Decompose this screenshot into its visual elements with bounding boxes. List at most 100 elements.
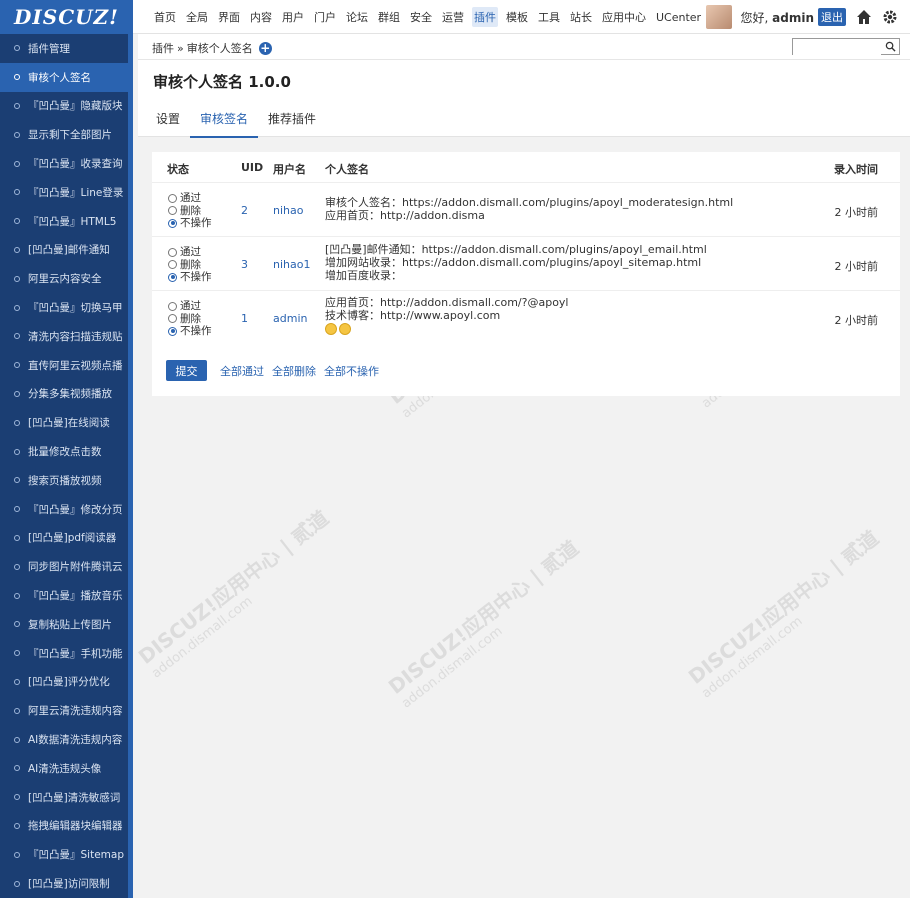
sidebar-item[interactable]: 审核个人签名: [0, 62, 128, 92]
radio-label: 通过: [180, 300, 201, 312]
status-radio[interactable]: 不操作: [168, 271, 212, 284]
nav-item[interactable]: 工具: [536, 7, 562, 27]
radio-circle[interactable]: [168, 314, 177, 324]
sidebar-item[interactable]: 『凹凸曼』收录查询: [0, 149, 128, 178]
tab[interactable]: 设置: [146, 104, 190, 138]
sidebar-item[interactable]: 『凹凸曼』播放音乐: [0, 581, 128, 610]
sidebar-item[interactable]: [凹凸曼]清洗敏感词: [0, 783, 128, 812]
sidebar-item[interactable]: 同步图片附件腾讯云: [0, 552, 128, 581]
submit-button[interactable]: 提交: [166, 360, 207, 381]
search-icon[interactable]: [885, 41, 896, 52]
home-icon[interactable]: [856, 9, 872, 25]
radio-label: 通过: [180, 192, 201, 204]
nav-item[interactable]: 应用中心: [600, 7, 648, 27]
sidebar-item[interactable]: [凹凸曼]pdf阅读器: [0, 524, 128, 553]
logout-button[interactable]: 退出: [818, 8, 846, 26]
sidebar-item[interactable]: 阿里云清洗违规内容: [0, 696, 128, 725]
sidebar-item[interactable]: 『凹凸曼』修改分页: [0, 495, 128, 524]
status-radio[interactable]: 通过: [168, 192, 212, 205]
uid-link[interactable]: 1: [241, 312, 248, 325]
sidebar-item[interactable]: [凹凸曼]在线阅读: [0, 408, 128, 437]
sidebar-item-label: 显示剩下全部图片: [28, 129, 112, 142]
sidebar-item[interactable]: 『凹凸曼』隐藏版块: [0, 92, 128, 121]
nav-item[interactable]: 界面: [216, 7, 242, 27]
nav-item[interactable]: 论坛: [344, 7, 370, 27]
all-delete-link[interactable]: 全部删除: [272, 363, 316, 379]
tab[interactable]: 审核签名: [190, 104, 259, 138]
status-radio[interactable]: 通过: [168, 300, 212, 313]
bullet-icon: [14, 477, 20, 484]
radio-circle[interactable]: [168, 301, 177, 311]
search-input[interactable]: [793, 39, 881, 55]
bullet-icon: [14, 736, 20, 743]
status-radio[interactable]: 不操作: [168, 325, 212, 338]
status-radio[interactable]: 不操作: [168, 217, 212, 230]
nav-item[interactable]: 模板: [504, 7, 530, 27]
all-pass-link[interactable]: 全部通过: [220, 363, 264, 379]
sidebar-item[interactable]: 分集多集视频播放: [0, 380, 128, 409]
nav-item[interactable]: 插件: [472, 7, 498, 27]
status-radio[interactable]: 删除: [168, 259, 212, 272]
sidebar-item[interactable]: 阿里云内容安全: [0, 264, 128, 293]
add-shortcut-icon[interactable]: +: [258, 41, 272, 55]
bullet-icon: [14, 45, 20, 52]
tab[interactable]: 推荐插件: [258, 104, 326, 138]
nav-item[interactable]: UCenter: [654, 9, 703, 26]
gear-icon[interactable]: [882, 9, 898, 25]
sidebar-item[interactable]: 『凹凸曼』HTML5: [0, 207, 128, 236]
sidebar-item[interactable]: 批量修改点击数: [0, 437, 128, 466]
status-radio[interactable]: 通过: [168, 246, 212, 259]
nav-item[interactable]: 内容: [248, 7, 274, 27]
uid-link[interactable]: 2: [241, 204, 248, 217]
uid-link[interactable]: 3: [241, 258, 248, 271]
sidebar-item[interactable]: 插件管理: [0, 34, 128, 63]
sidebar-item[interactable]: 『凹凸曼』手机功能: [0, 639, 128, 668]
sidebar-item[interactable]: AI清洗违规头像: [0, 754, 128, 783]
sidebar-item[interactable]: 显示剩下全部图片: [0, 120, 128, 149]
status-radio[interactable]: 删除: [168, 205, 212, 218]
username-link[interactable]: admin: [273, 312, 307, 325]
sidebar-item[interactable]: [凹凸曼]邮件通知: [0, 236, 128, 265]
breadcrumb-parent[interactable]: 插件: [152, 40, 174, 56]
radio-circle[interactable]: [168, 206, 177, 216]
radio-circle[interactable]: [168, 218, 177, 228]
username-link[interactable]: nihao: [273, 204, 303, 217]
status-radios: 通过 删除 不操作: [168, 300, 212, 338]
radio-circle[interactable]: [168, 326, 177, 336]
nav-item[interactable]: 全局: [184, 7, 210, 27]
nav-item[interactable]: 首页: [152, 7, 178, 27]
username-link[interactable]: nihao1: [273, 258, 310, 271]
sidebar-item[interactable]: 『凹凸曼』Sitemap: [0, 840, 128, 869]
nav-item[interactable]: 站长: [568, 7, 594, 27]
sidebar-item[interactable]: 直传阿里云视频点播: [0, 351, 128, 380]
bullet-icon: [14, 304, 20, 311]
nav-item[interactable]: 运营: [440, 7, 466, 27]
nav-item[interactable]: 安全: [408, 7, 434, 27]
radio-circle[interactable]: [168, 247, 177, 257]
sidebar-item[interactable]: 『凹凸曼』切换马甲: [0, 293, 128, 322]
radio-circle[interactable]: [168, 272, 177, 282]
username[interactable]: admin: [772, 11, 814, 25]
nav-item[interactable]: 用户: [280, 7, 306, 27]
header-uid: UID: [241, 161, 264, 174]
sidebar-item[interactable]: 复制粘贴上传图片: [0, 610, 128, 639]
all-none-link[interactable]: 全部不操作: [324, 363, 379, 379]
nav-item[interactable]: 群组: [376, 7, 402, 27]
radio-circle[interactable]: [168, 193, 177, 203]
discuz-logo[interactable]: DISCUZ!: [0, 0, 133, 34]
radio-label: 通过: [180, 246, 201, 258]
bullet-icon: [14, 189, 20, 196]
table-row: 通过 删除 不操作 2 nihao 审核个人签名：https://addon.dismal…: [152, 182, 900, 236]
sidebar-item[interactable]: 拖拽编辑器块编辑器: [0, 812, 128, 841]
bullet-icon: [14, 563, 20, 570]
sidebar-item[interactable]: [凹凸曼]访问限制: [0, 869, 128, 898]
sidebar-item[interactable]: AI数据清洗违规内容: [0, 725, 128, 754]
sidebar-item[interactable]: [凹凸曼]评分优化: [0, 668, 128, 697]
sidebar-item[interactable]: 搜索页播放视频: [0, 466, 128, 495]
avatar[interactable]: [706, 5, 733, 29]
sidebar-item[interactable]: 清洗内容扫描违规贴: [0, 322, 128, 351]
sidebar-item[interactable]: 『凹凸曼』Line登录: [0, 178, 128, 207]
status-radio[interactable]: 删除: [168, 313, 212, 326]
radio-circle[interactable]: [168, 260, 177, 270]
nav-item[interactable]: 门户: [312, 7, 338, 27]
